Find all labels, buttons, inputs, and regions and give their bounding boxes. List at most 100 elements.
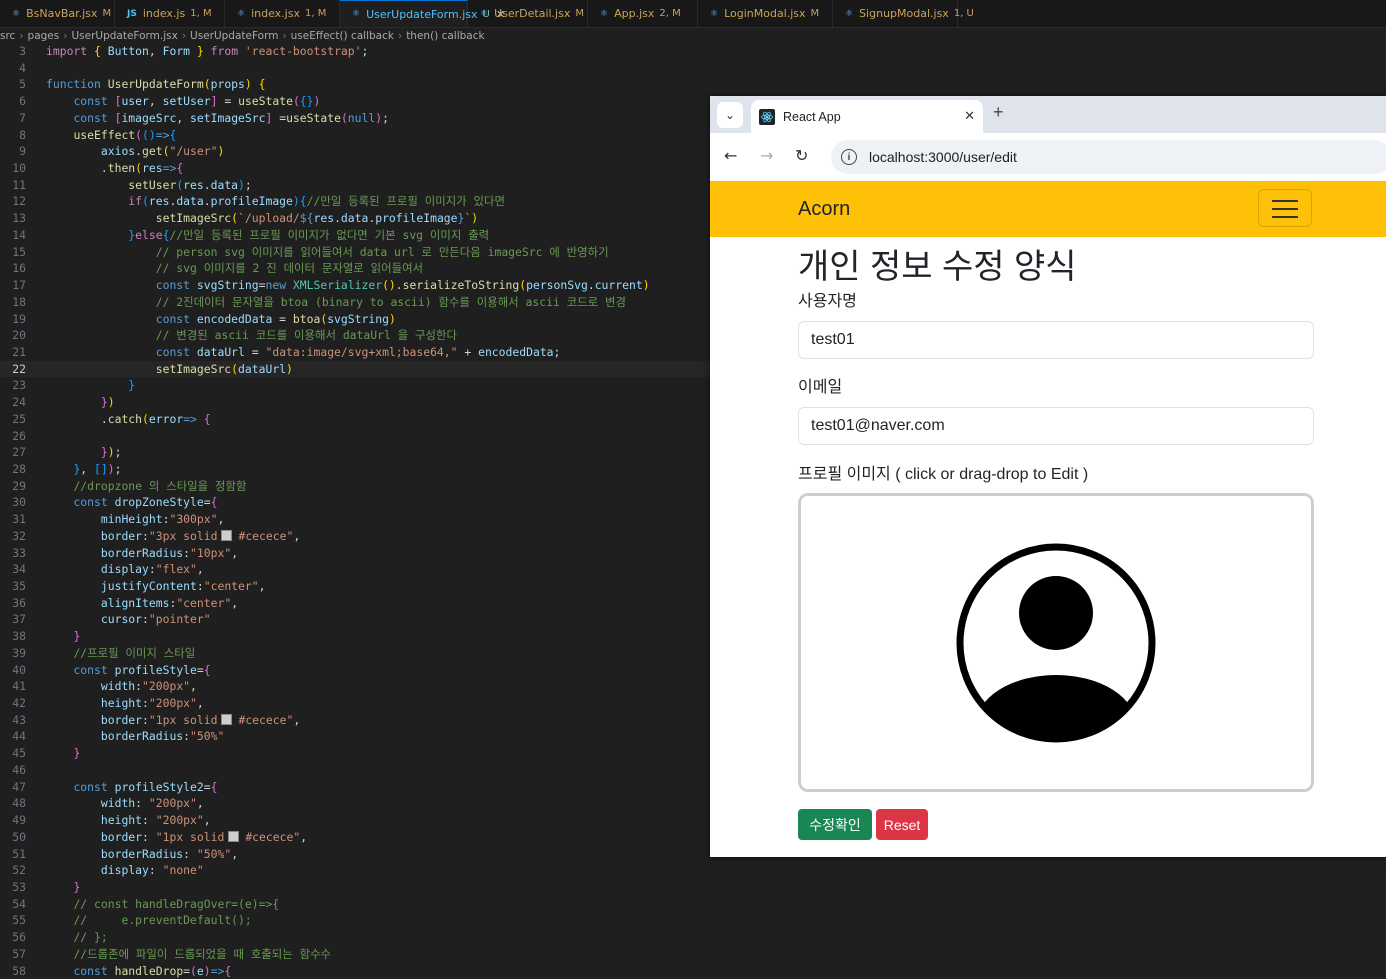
- code-line[interactable]: 5 function UserUpdateForm(props) {: [0, 76, 710, 93]
- code-line[interactable]: 47 const profileStyle2={: [0, 779, 710, 796]
- code-line[interactable]: 42 height:"200px",: [0, 695, 710, 712]
- code-line[interactable]: 19 const encodedData = btoa(svgString): [0, 311, 710, 328]
- code-line[interactable]: 10 .then(res=>{: [0, 160, 710, 177]
- reload-icon[interactable]: ↻: [795, 146, 808, 165]
- code-line[interactable]: 16 // svg 이미지를 2 진 데이터 문자열로 읽어들여서: [0, 260, 710, 277]
- code-line[interactable]: 57 //드롭존에 파일이 드롭되었을 때 호출되는 함수수: [0, 946, 710, 963]
- breadcrumb-item[interactable]: UserUpdateForm.jsx: [71, 30, 177, 42]
- code-line[interactable]: 53 }: [0, 879, 710, 896]
- close-icon[interactable]: ✕: [964, 109, 975, 124]
- code-line[interactable]: 17 const svgString=new XMLSerializer().s…: [0, 277, 710, 294]
- code-line[interactable]: 50 border: "1px solid #cecece",: [0, 829, 710, 846]
- editor-tab[interactable]: ⚛ App.jsx 2, M: [588, 0, 698, 27]
- reset-button[interactable]: Reset: [876, 809, 928, 840]
- code-line[interactable]: 40 const profileStyle={: [0, 662, 710, 679]
- code-line[interactable]: 31 minHeight:"300px",: [0, 511, 710, 528]
- browser-tab[interactable]: React App ✕: [751, 100, 983, 133]
- editor-tab-label: BsNavBar.jsx: [26, 7, 98, 20]
- editor-tab[interactable]: ⚛ index.jsx 1, M: [225, 0, 340, 27]
- editor-tab[interactable]: ⚛ UserUpdateForm.jsx U ✕: [340, 0, 505, 27]
- username-field[interactable]: test01: [798, 321, 1314, 359]
- line-number: 46: [12, 762, 26, 777]
- navbar-toggler-button[interactable]: [1258, 189, 1312, 227]
- breadcrumb-item[interactable]: then() callback: [406, 30, 484, 42]
- info-icon[interactable]: i: [841, 149, 857, 165]
- code-line[interactable]: 38 }: [0, 628, 710, 645]
- email-field[interactable]: test01@naver.com: [798, 407, 1314, 445]
- code-line[interactable]: 29 //dropzone 의 스타일을 정함함: [0, 478, 710, 495]
- code-line[interactable]: 49 height: "200px",: [0, 812, 710, 829]
- code-line[interactable]: 55 // e.preventDefault();: [0, 912, 710, 929]
- code-line[interactable]: 28 }, []);: [0, 461, 710, 478]
- code-line[interactable]: 34 display:"flex",: [0, 561, 710, 578]
- code-line[interactable]: 58 const handleDrop=(e)=>{: [0, 963, 710, 979]
- code-line[interactable]: 8 useEffect(()=>{: [0, 127, 710, 144]
- code-text: borderRadius:"50%": [100, 729, 225, 744]
- code-line[interactable]: 51 borderRadius: "50%",: [0, 846, 710, 863]
- submit-button[interactable]: 수정확인: [798, 809, 872, 840]
- code-line[interactable]: 15 // person svg 이미지를 읽어들여서 data url 로 만…: [0, 244, 710, 261]
- editor-tab[interactable]: ⚛ UserDetail.jsx M: [468, 0, 588, 27]
- line-number: 25: [12, 411, 26, 426]
- code-line[interactable]: 13 setImageSrc(`/upload/${res.data.profi…: [0, 210, 710, 227]
- code-line[interactable]: 3 import { Button, Form } from 'react-boo…: [0, 43, 710, 60]
- navbar-brand[interactable]: Acorn: [798, 198, 850, 221]
- editor-tab[interactable]: ⚛ SignupModal.jsx 1, U: [833, 0, 974, 27]
- breadcrumb-item[interactable]: src: [0, 30, 15, 42]
- code-line[interactable]: 9 axios.get("/user"): [0, 143, 710, 160]
- code-line[interactable]: 32 border:"3px solid #cecece",: [0, 528, 710, 545]
- forward-arrow-icon[interactable]: →: [760, 146, 773, 165]
- code-line[interactable]: 44 borderRadius:"50%": [0, 728, 710, 745]
- editor-tab[interactable]: ⚛ BsNavBar.jsx M: [0, 0, 115, 27]
- code-line[interactable]: 39 //프로필 이미지 스타일: [0, 645, 710, 662]
- code-line[interactable]: 46: [0, 762, 710, 779]
- code-line[interactable]: 36 alignItems:"center",: [0, 595, 710, 612]
- code-line[interactable]: 33 borderRadius:"10px",: [0, 545, 710, 562]
- breadcrumb-item[interactable]: UserUpdateForm: [190, 30, 278, 42]
- code-line[interactable]: 56 // };: [0, 929, 710, 946]
- code-line[interactable]: 21 const dataUrl = "data:image/svg+xml;b…: [0, 344, 710, 361]
- breadcrumb-item[interactable]: useEffect() callback: [291, 30, 394, 42]
- code-editor[interactable]: 3 import { Button, Form } from 'react-boo…: [0, 43, 710, 979]
- code-line[interactable]: 27 });: [0, 444, 710, 461]
- code-line[interactable]: 26: [0, 428, 710, 445]
- code-line[interactable]: 35 justifyContent:"center",: [0, 578, 710, 595]
- code-line[interactable]: 22 setImageSrc(dataUrl): [0, 360, 710, 378]
- code-line[interactable]: 54 // const handleDragOver=(e)=>{: [0, 896, 710, 913]
- code-line[interactable]: 48 width: "200px",: [0, 795, 710, 812]
- editor-tab[interactable]: JS index.js 1, M: [115, 0, 225, 27]
- code-line[interactable]: 14 }else{//만일 등록된 프로필 이미지가 없다면 기본 svg 이미…: [0, 227, 710, 244]
- code-line[interactable]: 45 }: [0, 745, 710, 762]
- react-logo-icon: [759, 108, 775, 125]
- code-line[interactable]: 41 width:"200px",: [0, 678, 710, 695]
- code-line[interactable]: 30 const dropZoneStyle={: [0, 494, 710, 511]
- code-line[interactable]: 25 .catch(error=> {: [0, 411, 710, 428]
- editor-tab-bar: ⚛ BsNavBar.jsx M JS index.js 1, M ⚛ index.jsx 1,…: [0, 0, 1386, 28]
- line-number: 26: [12, 428, 26, 443]
- code-line[interactable]: 11 setUser(res.data);: [0, 177, 710, 194]
- code-text: border:"3px solid #cecece",: [100, 528, 301, 543]
- code-line[interactable]: 24 }): [0, 394, 710, 411]
- code-line[interactable]: 20 // 변경된 ascii 코드를 이용해서 dataUrl 을 구성한다: [0, 327, 710, 344]
- code-line[interactable]: 52 display: "none": [0, 862, 710, 879]
- address-bar[interactable]: i localhost:3000/user/edit: [831, 140, 1386, 174]
- git-status-badge: 2, M: [659, 8, 681, 19]
- new-tab-button[interactable]: +: [993, 102, 1004, 123]
- code-text: setImageSrc(dataUrl): [155, 361, 293, 376]
- code-line[interactable]: 4: [0, 60, 710, 77]
- code-line[interactable]: 6 const [user, setUser] = useState({}): [0, 93, 710, 110]
- profile-dropzone[interactable]: [798, 493, 1314, 792]
- code-text: // 2진데이터 문자열을 btoa (binary to ascii) 함수를…: [155, 294, 626, 309]
- url-text[interactable]: localhost:3000/user/edit: [869, 149, 1017, 165]
- code-line[interactable]: 37 cursor:"pointer": [0, 611, 710, 628]
- back-arrow-icon[interactable]: ←: [724, 146, 737, 165]
- code-line[interactable]: 23 }: [0, 377, 710, 394]
- code-line[interactable]: 7 const [imageSrc, setImageSrc] =useStat…: [0, 110, 710, 127]
- code-line[interactable]: 43 border:"1px solid #cecece",: [0, 712, 710, 729]
- breadcrumb-item[interactable]: pages: [28, 30, 60, 42]
- editor-tab[interactable]: ⚛ LoginModal.jsx M: [698, 0, 833, 27]
- code-line[interactable]: 18 // 2진데이터 문자열을 btoa (binary to ascii) …: [0, 294, 710, 311]
- chevron-down-icon[interactable]: ⌄: [717, 102, 743, 128]
- code-line[interactable]: 12 if(res.data.profileImage){//만일 등록된 프로…: [0, 193, 710, 210]
- line-number: 32: [12, 528, 26, 543]
